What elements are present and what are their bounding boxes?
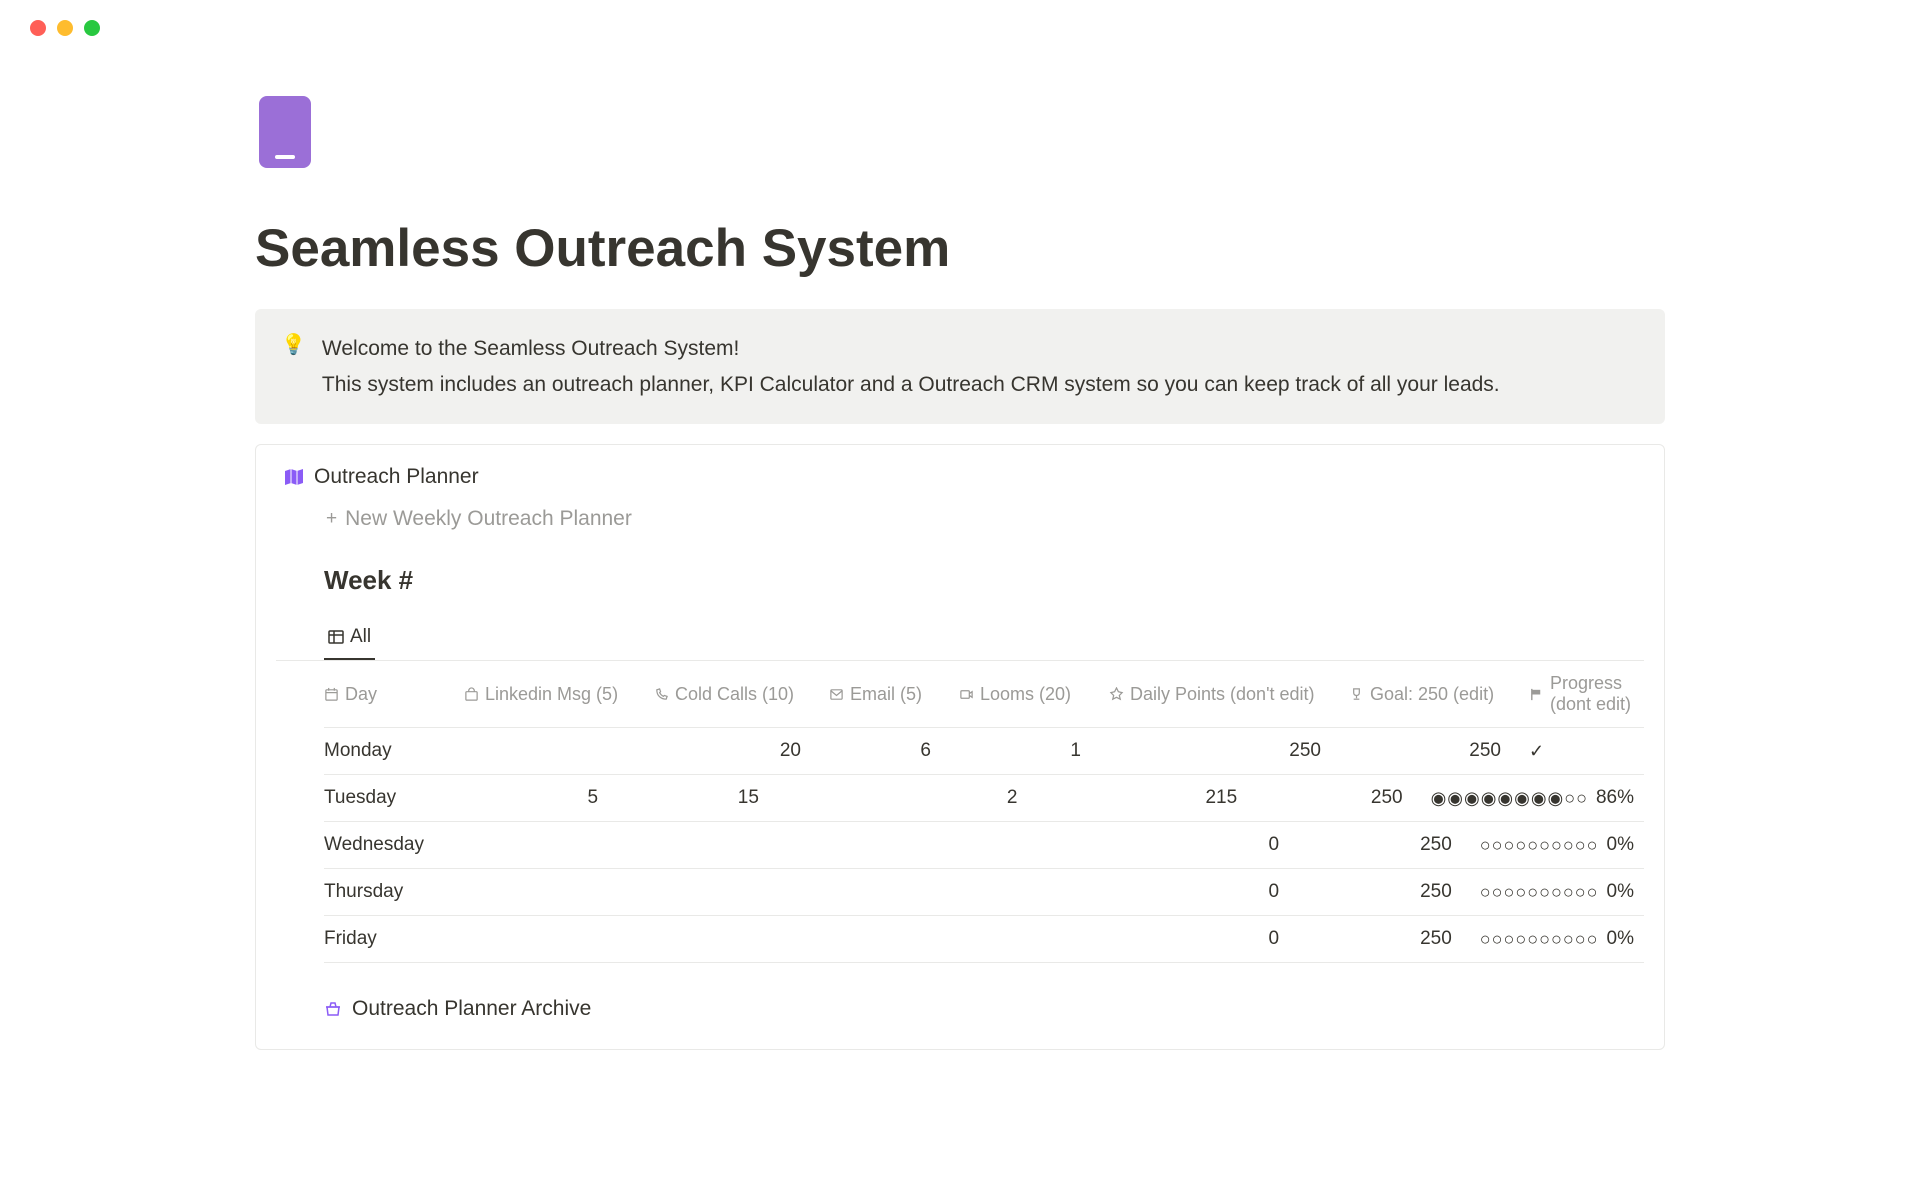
cell-calls[interactable]: 15 [626, 787, 787, 809]
cell-goal[interactable]: 250 [1307, 881, 1480, 903]
planner-header[interactable]: Outreach Planner [276, 465, 1644, 489]
welcome-callout: 💡 Welcome to the Seamless Outreach Syste… [255, 309, 1665, 424]
table-row[interactable]: Wednesday 0 250 ○○○○○○○○○○ 0% [324, 822, 1644, 869]
col-looms-header[interactable]: Looms (20) [959, 673, 1109, 715]
cell-progress[interactable]: ○○○○○○○○○○ 0% [1480, 881, 1644, 903]
table-icon [328, 629, 344, 645]
week-subtitle[interactable]: Week # [276, 565, 1644, 596]
cell-linkedin[interactable] [458, 834, 640, 856]
tab-all-label: All [350, 626, 371, 648]
table-row[interactable]: Thursday 0 250 ○○○○○○○○○○ 0% [324, 869, 1644, 916]
cell-linkedin[interactable] [458, 881, 640, 903]
outreach-planner-panel: Outreach Planner + New Weekly Outreach P… [255, 444, 1665, 1050]
view-tabs: All [276, 618, 1644, 661]
cell-day[interactable]: Tuesday [324, 787, 452, 809]
cell-email[interactable] [787, 787, 907, 809]
map-icon [284, 468, 304, 486]
cell-day[interactable]: Wednesday [324, 834, 458, 856]
col-goal-header[interactable]: Goal: 250 (edit) [1349, 673, 1529, 715]
cell-points[interactable]: 0 [1077, 834, 1307, 856]
cell-points[interactable]: 0 [1077, 881, 1307, 903]
cell-looms[interactable] [933, 834, 1077, 856]
cell-email[interactable] [808, 881, 933, 903]
cell-calls[interactable] [640, 928, 808, 950]
planner-table: Day Linkedin Msg (5) Cold Calls (10) Ema… [276, 661, 1644, 963]
col-linkedin-header[interactable]: Linkedin Msg (5) [464, 673, 654, 715]
new-planner-label: New Weekly Outreach Planner [345, 507, 632, 531]
cell-email[interactable] [808, 834, 933, 856]
cell-progress[interactable]: ◉◉◉◉◉◉◉◉○○ 86% [1431, 787, 1644, 809]
table-row[interactable]: Monday 20 6 1 250 250 ✓ [324, 728, 1644, 775]
cell-linkedin[interactable]: 5 [452, 787, 626, 809]
table-header: Day Linkedin Msg (5) Cold Calls (10) Ema… [324, 661, 1644, 728]
checkmark-icon: ✓ [1529, 741, 1544, 762]
cell-day[interactable]: Thursday [324, 881, 458, 903]
bulb-icon: 💡 [281, 331, 306, 402]
callout-text: Welcome to the Seamless Outreach System!… [322, 331, 1500, 402]
cell-goal[interactable]: 250 [1307, 834, 1480, 856]
cell-day[interactable]: Monday [324, 740, 464, 762]
basket-icon [324, 1000, 342, 1018]
cell-progress[interactable]: ✓ [1529, 740, 1644, 762]
callout-line2: This system includes an outreach planner… [322, 367, 1500, 403]
cell-calls[interactable] [640, 881, 808, 903]
col-calls-header[interactable]: Cold Calls (10) [654, 673, 829, 715]
cell-linkedin[interactable] [464, 740, 654, 762]
col-progress-header[interactable]: Progress (dont edit) [1529, 673, 1644, 715]
cell-goal[interactable]: 250 [1265, 787, 1430, 809]
cell-linkedin[interactable] [458, 928, 640, 950]
cell-looms[interactable] [933, 881, 1077, 903]
planner-title: Outreach Planner [314, 465, 479, 489]
plus-icon: + [326, 508, 337, 530]
cell-calls[interactable]: 20 [654, 740, 829, 762]
archive-link[interactable]: Outreach Planner Archive [276, 963, 1644, 1029]
progress-dots: ○○○○○○○○○○ [1480, 882, 1599, 903]
window-controls [0, 20, 1920, 36]
cell-points[interactable]: 0 [1077, 928, 1307, 950]
cell-calls[interactable] [640, 834, 808, 856]
table-row[interactable]: Tuesday 5 15 2 215 250 ◉◉◉◉◉◉◉◉○○ 86% [324, 775, 1644, 822]
archive-label: Outreach Planner Archive [352, 997, 591, 1021]
col-email-header[interactable]: Email (5) [829, 673, 959, 715]
table-row[interactable]: Friday 0 250 ○○○○○○○○○○ 0% [324, 916, 1644, 963]
cell-progress[interactable]: ○○○○○○○○○○ 0% [1480, 834, 1644, 856]
col-day-header[interactable]: Day [324, 673, 464, 715]
callout-line1: Welcome to the Seamless Outreach System! [322, 331, 1500, 367]
tab-all[interactable]: All [324, 618, 375, 660]
maximize-window-button[interactable] [84, 20, 100, 36]
cell-email[interactable] [808, 928, 933, 950]
col-points-header[interactable]: Daily Points (don't edit) [1109, 673, 1349, 715]
cell-goal[interactable]: 250 [1307, 928, 1480, 950]
progress-dots: ◉◉◉◉◉◉◉◉○○ [1431, 788, 1588, 809]
new-planner-button[interactable]: + New Weekly Outreach Planner [276, 501, 1644, 537]
cell-progress[interactable]: ○○○○○○○○○○ 0% [1480, 928, 1644, 950]
app-window: Seamless Outreach System 💡 Welcome to th… [0, 0, 1920, 1200]
progress-dots: ○○○○○○○○○○ [1480, 835, 1599, 856]
minimize-window-button[interactable] [57, 20, 73, 36]
cell-goal[interactable]: 250 [1349, 740, 1529, 762]
cell-looms[interactable]: 2 [907, 787, 1045, 809]
close-window-button[interactable] [30, 20, 46, 36]
cell-day[interactable]: Friday [324, 928, 458, 950]
page-icon[interactable] [259, 96, 311, 168]
cell-points[interactable]: 250 [1109, 740, 1349, 762]
cell-looms[interactable]: 1 [959, 740, 1109, 762]
cell-email[interactable]: 6 [829, 740, 959, 762]
cell-looms[interactable] [933, 928, 1077, 950]
page-content: Seamless Outreach System 💡 Welcome to th… [125, 96, 1795, 1050]
cell-points[interactable]: 215 [1045, 787, 1265, 809]
page-title[interactable]: Seamless Outreach System [255, 218, 1665, 279]
progress-dots: ○○○○○○○○○○ [1480, 929, 1599, 950]
